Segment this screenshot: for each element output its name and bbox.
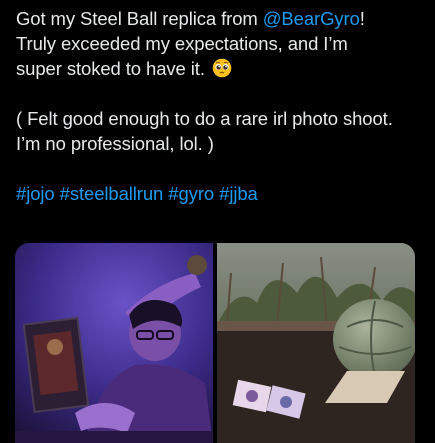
hashtag-steelballrun[interactable]: #steelballrun	[60, 183, 164, 204]
steel-ball-replica-photo-icon	[217, 243, 415, 443]
pleading-face-icon	[212, 58, 232, 78]
hashtag-gyro[interactable]: #gyro	[168, 183, 214, 204]
hashtag-jjba[interactable]: #jjba	[219, 183, 258, 204]
tweet-line-4: ( Felt good enough to do a rare irl phot…	[16, 108, 393, 129]
tweet-line-1-prefix: Got my Steel Ball replica from	[16, 8, 263, 29]
hashtag-jojo[interactable]: #jojo	[16, 183, 55, 204]
hashtag-row: #jojo #steelballrun #gyro #jjba	[16, 181, 421, 206]
photo-left[interactable]	[15, 243, 213, 443]
selfie-photo-icon	[15, 243, 213, 443]
tweet-line-5: I’m no professional, lol. )	[16, 133, 214, 154]
tweet-line-3: super stoked to have it.	[16, 56, 421, 81]
mention-link[interactable]: @BearGyro	[263, 8, 360, 29]
tweet-line-1-suffix: !	[359, 8, 365, 29]
tweet-line-3-text: super stoked to have it.	[16, 58, 205, 79]
tweet-text: Got my Steel Ball replica from @BearGyro…	[16, 6, 421, 206]
photo-right[interactable]	[217, 243, 415, 443]
media-grid	[15, 243, 415, 443]
tweet-line-1: Got my Steel Ball replica from @BearGyro…	[16, 6, 421, 31]
tweet-line-2: Truly exceeded my expectations, and I’m	[16, 33, 348, 54]
